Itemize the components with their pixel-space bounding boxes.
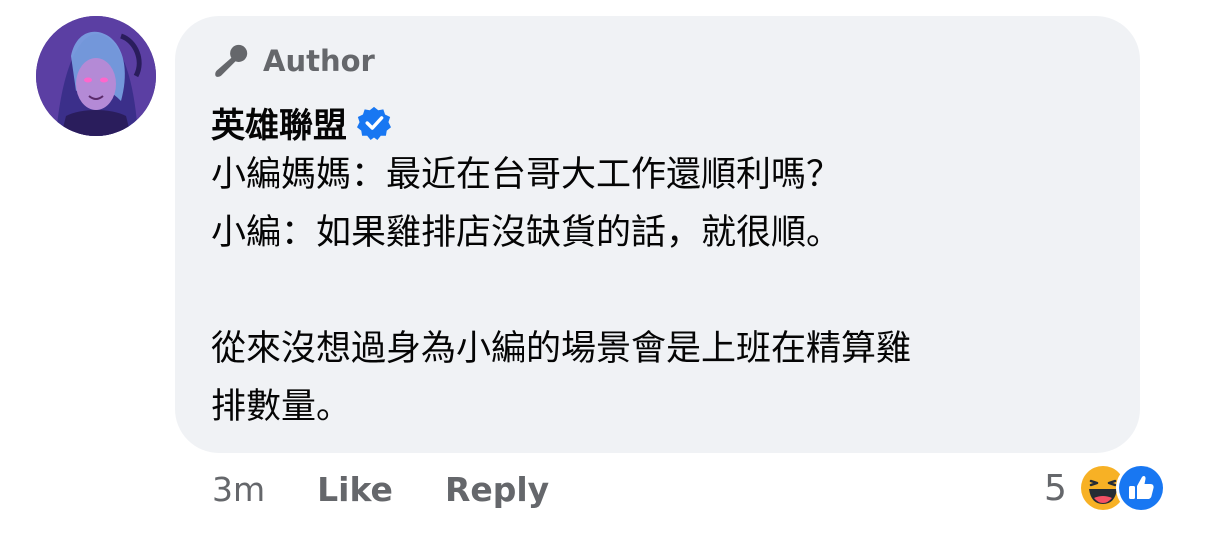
- like-button[interactable]: Like: [317, 470, 393, 509]
- author-name-row: 英雄聯盟: [211, 98, 391, 147]
- author-badge: Author: [213, 42, 375, 80]
- reply-button[interactable]: Reply: [445, 470, 549, 509]
- comment-body: 小編媽媽：最近在台哥大工作還順利嗎？ 小編：如果雞排店沒缺貨的話，就很順。 從來…: [211, 155, 912, 427]
- reaction-count: 5: [1044, 467, 1067, 509]
- author-badge-label: Author: [263, 44, 375, 78]
- comment-actions: 3m Like Reply: [212, 470, 601, 509]
- like-reaction-icon: [1115, 463, 1166, 513]
- microphone-icon: [215, 44, 248, 77]
- verified-badge-icon: [357, 106, 391, 140]
- avatar[interactable]: [36, 16, 156, 136]
- comment-timestamp[interactable]: 3m: [212, 470, 265, 509]
- reaction-summary[interactable]: 5: [1044, 462, 1167, 514]
- avatar-image: [36, 16, 156, 136]
- author-name[interactable]: 英雄聯盟: [211, 98, 347, 147]
